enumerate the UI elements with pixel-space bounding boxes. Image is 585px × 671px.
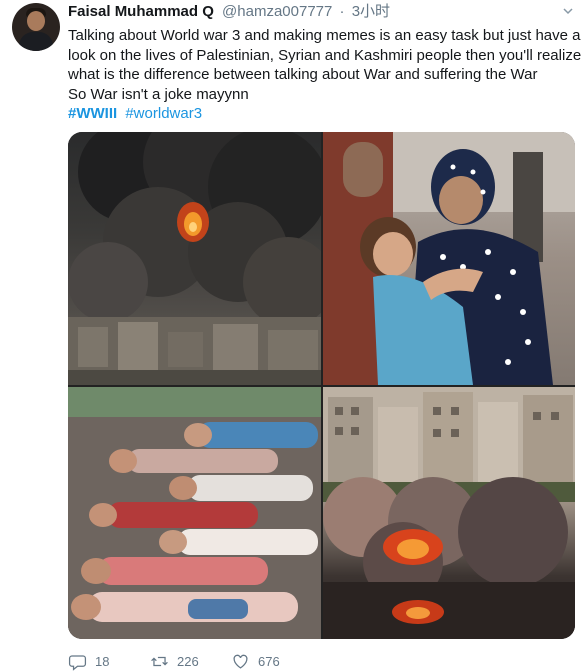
tweet-text: Talking about World war 3 and making mem… <box>68 26 582 124</box>
tweet-line: what is the difference between talking a… <box>68 66 538 83</box>
like-count: 676 <box>258 654 280 669</box>
photo-children-lying[interactable] <box>68 387 321 639</box>
retweet-button[interactable]: 226 <box>150 652 199 671</box>
author-handle[interactable]: @hamza007777 <box>222 3 332 20</box>
retweet-icon <box>151 656 168 667</box>
like-icon <box>233 654 248 669</box>
tweet-time[interactable]: 3小时 <box>352 3 390 20</box>
caret-down-icon[interactable] <box>563 6 573 16</box>
tweet-line: Talking about World war 3 and making mem… <box>68 27 581 44</box>
tweet: Faisal Muhammad Q @hamza007777 · 3小时 Tal… <box>0 0 585 671</box>
hashtag-link[interactable]: #WWIII <box>68 105 117 122</box>
hashtag-link[interactable]: #worldwar3 <box>125 105 202 122</box>
tweet-line: So War isn't a joke mayynn <box>68 85 249 103</box>
hashtags: #WWIII #worldwar3 <box>68 104 573 124</box>
photo-mother-child[interactable] <box>323 132 575 385</box>
media-grid <box>68 132 575 639</box>
tweet-line: look on the lives of Palestinian, Syrian… <box>68 46 582 64</box>
like-button[interactable]: 676 <box>231 652 280 671</box>
avatar[interactable] <box>12 3 60 51</box>
photo-city-bombing[interactable] <box>323 387 575 639</box>
tweet-header: Faisal Muhammad Q @hamza007777 · 3小时 <box>68 3 390 21</box>
author-name[interactable]: Faisal Muhammad Q <box>68 3 214 20</box>
photo-explosion-smoke[interactable] <box>68 132 321 385</box>
separator-dot: · <box>339 3 345 20</box>
reply-button[interactable]: 18 <box>68 652 109 671</box>
reply-icon <box>68 655 87 671</box>
reply-count: 18 <box>95 654 110 669</box>
retweet-count: 226 <box>177 654 199 669</box>
